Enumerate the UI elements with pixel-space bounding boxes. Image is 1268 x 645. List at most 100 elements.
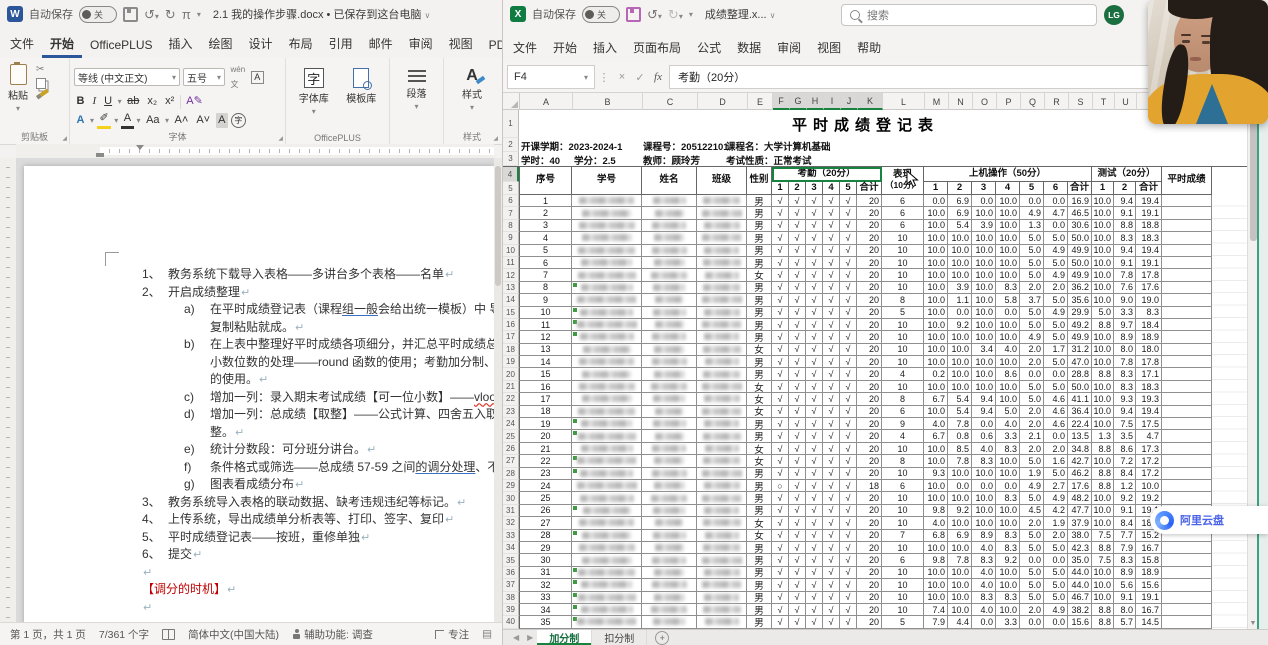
cell-lab-score[interactable]: 10.0 — [948, 368, 972, 380]
cell-lab-score[interactable]: 10.0 — [924, 307, 948, 319]
cell-lab-score[interactable]: 5.4 — [948, 393, 972, 405]
cell-seq[interactable]: 3 — [519, 220, 572, 232]
cell-lab-score[interactable]: 2.0 — [1020, 604, 1044, 616]
cell-performance[interactable]: 10 — [882, 468, 924, 480]
styles-button[interactable]: A 样式▾ — [448, 62, 496, 114]
cell-attendance[interactable]: √ — [823, 344, 840, 356]
cell-attendance[interactable]: √ — [789, 579, 806, 591]
cell-attendance[interactable]: √ — [772, 418, 789, 430]
cell-seq[interactable]: 9 — [519, 294, 572, 306]
cell-seq[interactable]: 10 — [519, 307, 572, 319]
cell-attendance-total[interactable]: 20 — [857, 542, 882, 554]
cell-attendance[interactable]: √ — [806, 567, 823, 579]
cell-attendance[interactable]: √ — [840, 257, 857, 269]
language-indicator[interactable]: 简体中文(中国大陆) — [188, 627, 279, 642]
cell-lab-score[interactable]: 8.3 — [996, 530, 1020, 542]
cell-lab-score[interactable]: 5.0 — [1020, 381, 1044, 393]
cell-seq[interactable]: 11 — [519, 319, 572, 331]
cell-name[interactable] — [642, 282, 697, 294]
cell-attendance[interactable]: √ — [840, 282, 857, 294]
cell-class[interactable] — [697, 554, 747, 566]
cell-lab-total[interactable]: 31.2 — [1068, 344, 1092, 356]
cell-test-total[interactable]: 19.0 — [1136, 294, 1162, 306]
cell-student-id[interactable] — [572, 393, 642, 405]
cell-attendance-total[interactable]: 20 — [857, 418, 882, 430]
cell-lab-score[interactable]: 5.0 — [1044, 542, 1068, 554]
cell-attendance[interactable]: √ — [806, 207, 823, 219]
cell-lab-total[interactable]: 42.7 — [1068, 455, 1092, 467]
cell-lab-score[interactable]: 10.0 — [972, 517, 996, 529]
cell-lab-score[interactable]: 4.9 — [1020, 480, 1044, 492]
enter-icon[interactable]: ✓ — [631, 71, 649, 84]
cell-name[interactable] — [642, 592, 697, 604]
col-header[interactable]: U — [1115, 93, 1137, 110]
cell-attendance[interactable]: √ — [772, 430, 789, 442]
cell-student-id[interactable] — [572, 530, 642, 542]
cell-test-score[interactable]: 8.8 — [1092, 542, 1114, 554]
cell-lab-score[interactable]: 10.0 — [924, 492, 948, 504]
row-header[interactable]: 26 — [503, 443, 519, 455]
row-header[interactable]: 12 — [503, 269, 519, 281]
cell-attendance[interactable]: √ — [772, 554, 789, 566]
cell-attendance[interactable]: √ — [823, 307, 840, 319]
cell-lab-score[interactable]: 5.0 — [1020, 393, 1044, 405]
cell-lab-score[interactable]: 5.0 — [1020, 232, 1044, 244]
cell-test-score[interactable]: 8.3 — [1114, 554, 1136, 566]
cell-test-total[interactable]: 18.3 — [1136, 381, 1162, 393]
cell-test-score[interactable]: 8.8 — [1114, 220, 1136, 232]
row-header[interactable]: 6 — [503, 195, 519, 207]
text-effects-icon[interactable]: A✎ — [184, 94, 206, 109]
cell-test-score[interactable]: 9.1 — [1114, 592, 1136, 604]
cell-lab-score[interactable]: 4.0 — [996, 418, 1020, 430]
cell-lab-score[interactable]: 2.0 — [1020, 406, 1044, 418]
cell-attendance[interactable]: √ — [840, 232, 857, 244]
cell-lab-score[interactable]: 9.8 — [924, 554, 948, 566]
cell-seq[interactable]: 15 — [519, 368, 572, 380]
row-header[interactable]: 23 — [503, 406, 519, 418]
table-header-cell[interactable]: 2 — [1114, 182, 1136, 195]
cell-final-score[interactable] — [1162, 245, 1212, 257]
cell-attendance[interactable]: √ — [840, 554, 857, 566]
col-header[interactable]: I — [824, 93, 841, 110]
cell-test-total[interactable]: 16.7 — [1136, 542, 1162, 554]
cell-lab-score[interactable]: 4.4 — [948, 616, 972, 628]
cell-seq[interactable]: 6 — [519, 257, 572, 269]
cell-attendance[interactable]: √ — [772, 245, 789, 257]
excel-menu-tab[interactable]: 开始 — [545, 34, 585, 62]
excel-menu-tab[interactable]: 数据 — [729, 34, 769, 62]
cell-student-id[interactable] — [572, 319, 642, 331]
table-header-cell[interactable]: 班级 — [697, 167, 747, 195]
cell-name[interactable] — [642, 257, 697, 269]
cell-name[interactable] — [642, 542, 697, 554]
cell-class[interactable] — [697, 418, 747, 430]
cell-attendance[interactable]: √ — [772, 542, 789, 554]
cell-attendance[interactable]: √ — [806, 616, 823, 628]
cell-attendance[interactable]: √ — [840, 567, 857, 579]
table-header-cell[interactable]: 平时成绩 — [1162, 167, 1212, 195]
cell-test-score[interactable]: 10.0 — [1092, 220, 1114, 232]
cell-final-score[interactable] — [1162, 492, 1212, 504]
cell-attendance[interactable]: √ — [789, 269, 806, 281]
cell-lab-score[interactable]: 8.3 — [972, 554, 996, 566]
cell-attendance[interactable]: √ — [789, 542, 806, 554]
cell-attendance[interactable]: √ — [789, 418, 806, 430]
word-menu-tab[interactable]: 视图 — [441, 30, 481, 58]
cell-lab-score[interactable]: 4.0 — [972, 443, 996, 455]
cell-name[interactable] — [642, 195, 697, 207]
cell-performance[interactable]: 10 — [882, 592, 924, 604]
col-header[interactable]: J — [841, 93, 858, 110]
font-color-icon[interactable]: A — [121, 111, 133, 129]
cell-student-id[interactable] — [572, 443, 642, 455]
cell-lab-score[interactable]: 10.0 — [972, 381, 996, 393]
cell-final-score[interactable] — [1162, 604, 1212, 616]
cell-lab-score[interactable]: 8.3 — [996, 443, 1020, 455]
cell-student-id[interactable] — [572, 331, 642, 343]
cell-attendance[interactable]: √ — [772, 567, 789, 579]
horizontal-ruler[interactable] — [16, 144, 494, 158]
cell-attendance[interactable]: √ — [806, 195, 823, 207]
cell-lab-score[interactable]: 2.1 — [1020, 430, 1044, 442]
cell-lab-score[interactable]: 10.0 — [948, 245, 972, 257]
cell-student-id[interactable] — [572, 294, 642, 306]
cell-attendance[interactable]: √ — [823, 517, 840, 529]
row-header[interactable]: 7 — [503, 207, 519, 219]
